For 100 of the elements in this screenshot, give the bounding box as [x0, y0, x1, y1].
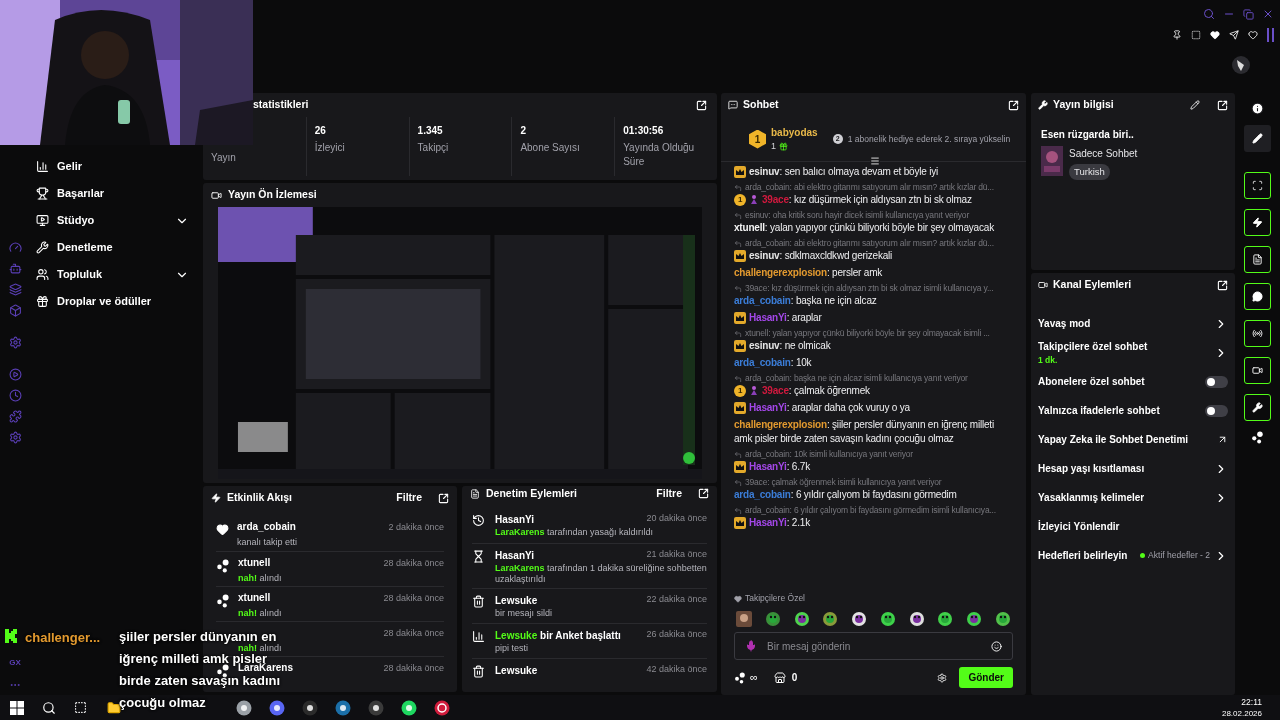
filter-button[interactable]: Filtre: [656, 486, 682, 502]
send-button[interactable]: Gönder: [959, 667, 1013, 688]
reply-icon: [734, 507, 742, 515]
popout-icon[interactable]: [698, 488, 709, 500]
task-view-icon[interactable]: [74, 701, 87, 714]
clock-icon[interactable]: [8, 389, 22, 402]
chat-message: challengerexplosion: persler amk: [734, 266, 884, 280]
emote-icon[interactable]: [822, 611, 839, 627]
start-icon[interactable]: [10, 700, 24, 715]
chat-button[interactable]: [1244, 283, 1271, 310]
sidebar-toggle-icon[interactable]: [1267, 28, 1274, 42]
channel-action-row[interactable]: Yasaklanmış kelimeler: [1038, 483, 1228, 512]
channel-action-row[interactable]: Yapay Zeka ile Sohbet Denetimi: [1038, 425, 1228, 454]
chart-icon: [472, 629, 485, 643]
layers-icon[interactable]: [8, 283, 22, 296]
app-icon[interactable]: [302, 699, 318, 716]
dots-icon: [216, 559, 230, 573]
scan-button[interactable]: [1244, 172, 1271, 199]
action-title: HasanYi: [495, 512, 536, 527]
emote-icon[interactable]: [908, 611, 925, 627]
app-icon[interactable]: [269, 699, 285, 716]
panel-title: Etkinlik Akışı: [227, 490, 293, 506]
channel-action-row[interactable]: Hesap yaşı kısıtlaması: [1038, 454, 1228, 483]
document-icon: [1252, 254, 1263, 265]
channel-action-row[interactable]: Yalnızca ifadelerle sohbet: [1038, 396, 1228, 425]
channel-action-row[interactable]: Takipçilere özel sohbet 1 dk.: [1038, 338, 1228, 367]
search-icon[interactable]: [42, 700, 56, 715]
toggle-switch[interactable]: [1205, 375, 1228, 388]
emoji-icon[interactable]: [991, 640, 1002, 652]
chat-message: 39ace: kız düşürmek için aldıysan ztn bi sk olmaz: [762, 193, 973, 207]
nav-item[interactable]: Topluluk: [36, 261, 189, 288]
popout-icon[interactable]: [438, 492, 449, 504]
chat-message: HasanYi: 2.1k: [749, 516, 811, 530]
edit-button[interactable]: [1244, 125, 1271, 152]
broadcast-button[interactable]: [1244, 320, 1271, 347]
gift-icon: [36, 295, 49, 308]
lightning-button[interactable]: [1244, 209, 1271, 236]
nav-item[interactable]: Stüdyo: [36, 207, 189, 234]
nav-item[interactable]: Başarılar: [36, 180, 189, 207]
app-icon[interactable]: [335, 699, 351, 716]
popout-icon[interactable]: [1217, 99, 1228, 111]
action-time: 21 dakika önce: [646, 547, 707, 561]
stat-value: 26: [314, 124, 327, 138]
filter-button[interactable]: Filtre: [396, 490, 422, 506]
crop-icon[interactable]: [1191, 30, 1201, 40]
channel-action-row[interactable]: Hedefleri belirleyin Aktif hedefler - 2: [1038, 541, 1228, 570]
wrench-button[interactable]: [1244, 394, 1271, 421]
crown-badge: [734, 402, 746, 414]
document-button[interactable]: [1244, 246, 1271, 273]
emote-icon[interactable]: [764, 611, 781, 627]
reply-icon: [734, 240, 742, 248]
nav-item[interactable]: Gelir: [36, 153, 189, 180]
user-name: arda_cobain: [237, 521, 296, 533]
emote-icon[interactable]: [851, 611, 868, 627]
camera-icon: [211, 189, 222, 201]
popout-icon[interactable]: [1008, 99, 1019, 111]
emote-icon[interactable]: [879, 611, 896, 627]
app-icon[interactable]: [434, 699, 450, 716]
play-icon[interactable]: [8, 368, 22, 381]
store-icon[interactable]: [773, 671, 786, 684]
chat-message: esinuv: sdklmaxcldkwd gerizekali: [749, 249, 894, 263]
channel-action-row[interactable]: İzleyici Yönlendir: [1038, 512, 1228, 541]
popout-icon[interactable]: [1217, 279, 1228, 291]
chat-message: 39ace: çalmak öğrenmek: [762, 384, 871, 398]
logo-icon: [5, 629, 17, 643]
message-field[interactable]: Bir mesaj gönderin: [734, 632, 1013, 660]
app-icon[interactable]: [368, 699, 384, 716]
emote-icon[interactable]: [793, 611, 810, 627]
puzzle-icon[interactable]: [8, 410, 22, 423]
close-icon[interactable]: [1262, 8, 1274, 20]
nav-item[interactable]: Droplar ve ödüller: [36, 288, 189, 315]
overlay-message-line: çocuğu olmaz: [119, 695, 206, 710]
reply-icon: [734, 451, 742, 459]
action-label: Hesap yaşı kısıtlaması: [1038, 462, 1146, 476]
dots-icon: [734, 671, 746, 684]
trash-icon: [472, 664, 485, 678]
robot-icon[interactable]: [8, 262, 22, 275]
toggle-switch[interactable]: [1205, 404, 1228, 417]
app-icon[interactable]: [236, 699, 252, 716]
camera-button[interactable]: [1244, 357, 1271, 384]
info-icon[interactable]: [1251, 102, 1264, 115]
emote-icon[interactable]: [966, 611, 983, 627]
pin-icon[interactable]: [1172, 30, 1182, 40]
emote-icon[interactable]: [937, 611, 954, 627]
wrench-icon: [1252, 402, 1263, 413]
nav-item[interactable]: Denetleme: [36, 234, 189, 261]
emote-icon[interactable]: [994, 611, 1011, 627]
popout-icon[interactable]: [696, 99, 707, 111]
collapse-icon[interactable]: [870, 156, 880, 166]
avatar[interactable]: [1232, 56, 1250, 74]
folder-icon[interactable]: [107, 700, 121, 715]
message-input[interactable]: Bir mesaj gönderin: [767, 633, 981, 659]
edit-icon[interactable]: [1190, 100, 1200, 110]
clock-time: 22:11: [1241, 696, 1262, 708]
app-icon[interactable]: [401, 699, 417, 716]
channel-action-row[interactable]: Yavaş mod: [1038, 309, 1228, 338]
box-icon[interactable]: [8, 304, 22, 317]
channel-action-row[interactable]: Abonelere özel sohbet: [1038, 367, 1228, 396]
heart-icon[interactable]: [1248, 30, 1258, 40]
send-icon[interactable]: [1229, 30, 1239, 40]
